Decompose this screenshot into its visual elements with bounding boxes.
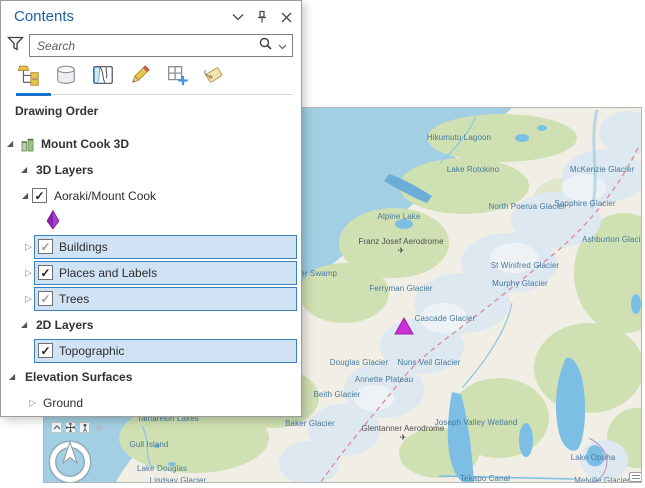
compass-north-arrow[interactable]	[46, 435, 96, 483]
scene-label: Mount Cook 3D	[41, 137, 129, 151]
tree-row-group[interactable]: ◢ Elevation Surfaces	[1, 364, 301, 390]
tree-row-group[interactable]: ◢ 2D Layers	[1, 312, 301, 338]
expander-expanded-icon[interactable]: ◢	[22, 192, 28, 200]
expander-expanded-icon[interactable]: ◢	[21, 166, 27, 174]
navigator-full-control-button[interactable]	[79, 422, 90, 433]
tree-row-layer[interactable]: ▷ ✓ Trees	[1, 286, 301, 312]
navigator-collapse-button[interactable]	[51, 422, 62, 433]
map-label: Ashburton Glacier	[582, 235, 642, 244]
tree-row-layer[interactable]: ▷ ✓ Places and Labels	[1, 260, 301, 286]
map-label: Hikumutu Lagoon	[427, 133, 491, 142]
map-label: Lake Rotokino	[447, 165, 499, 174]
map-label: Beith Glacier	[313, 390, 360, 399]
expander-collapsed-icon[interactable]: ▷	[25, 269, 32, 278]
map-label: North Poerua Glacier	[488, 202, 565, 211]
group-label: Elevation Surfaces	[25, 370, 132, 384]
group-label: 3D Layers	[36, 163, 93, 177]
layer-symbol-purple-tetrahedron[interactable]	[45, 210, 61, 235]
contents-pane: Contents	[0, 0, 302, 417]
layer-checkbox[interactable]: ✓	[38, 343, 53, 358]
map-label: Murphy Glacier	[492, 279, 548, 288]
layer-checkbox[interactable]: ✓	[38, 291, 53, 306]
expander-expanded-icon[interactable]: ◢	[21, 321, 27, 329]
tree-row-group[interactable]: ◢ 3D Layers	[1, 157, 301, 183]
map-label: McKenzie Glacier	[570, 165, 634, 174]
layer-label: Topographic	[59, 344, 124, 358]
layer-label: Ground	[43, 396, 83, 410]
map-label: Franz Josef Aerodrome	[358, 237, 443, 246]
layer-label: Buildings	[59, 240, 108, 254]
scene-icon	[19, 136, 36, 158]
map-label: St Winifred Glacier	[491, 261, 560, 270]
attribution-icon[interactable]	[629, 472, 642, 482]
map-label: Lake Douglas	[137, 464, 187, 473]
map-label: Lake Opuha	[571, 453, 616, 462]
map-label: Glentanner Aerodrome	[362, 424, 445, 433]
tree-row-layer[interactable]: ◢ ✓ Aoraki/Mount Cook	[1, 183, 301, 209]
tree-row-scene[interactable]: ◢ Mount Cook 3D	[1, 131, 301, 157]
symbol-row	[1, 209, 301, 234]
expander-collapsed-icon[interactable]: ▷	[25, 243, 32, 252]
map-label: Douglas Glacier	[330, 358, 388, 367]
expander-collapsed-icon[interactable]: ▷	[25, 295, 32, 304]
tree-row-layer[interactable]: ✓ Topographic	[1, 338, 301, 364]
map-label: Nuns Veil Glacier	[397, 358, 460, 367]
map-label: Annette Plateau	[355, 375, 413, 384]
layer-checkbox[interactable]: ✓	[32, 188, 47, 203]
map-label: Melville Glacier	[574, 476, 630, 483]
tree-row-layer[interactable]: ▷ Ground	[1, 390, 301, 416]
spin-tool-button[interactable]	[93, 422, 104, 433]
group-label: 2D Layers	[36, 318, 93, 332]
airplane-icon: ✈	[398, 246, 405, 255]
layer-label: Trees	[59, 292, 89, 306]
expander-expanded-icon[interactable]: ◢	[9, 373, 15, 381]
map-label: Alpine Lake	[378, 212, 421, 221]
map-label: Joseph Valley Wetland	[435, 418, 518, 427]
map-label: Tekapo Canal	[460, 474, 510, 483]
map-label: Cascade Glacier	[415, 314, 476, 323]
layer-checkbox[interactable]: ✓	[38, 239, 53, 254]
pan-mode-button[interactable]	[65, 422, 76, 433]
map-label: Baker Glacier	[285, 419, 335, 428]
layer-tree: ◢ Mount Cook 3D ◢ 3D Layers ◢	[1, 1, 301, 416]
layer-label: Places and Labels	[59, 266, 157, 280]
map-label: Lindsay Glacier	[150, 476, 207, 483]
app-window: Hikumutu Lagoon Lake Rotokino McKenzie G…	[0, 0, 645, 488]
map-label: Ferryman Glacier	[369, 284, 432, 293]
airplane-icon: ✈	[400, 433, 407, 442]
layer-label: Aoraki/Mount Cook	[54, 189, 156, 203]
expander-expanded-icon[interactable]: ◢	[7, 140, 13, 148]
scene-navigator	[46, 422, 104, 483]
map-label: Gull Island	[130, 440, 169, 449]
tree-row-layer[interactable]: ▷ ✓ Buildings	[1, 234, 301, 260]
expander-collapsed-icon[interactable]: ▷	[29, 399, 36, 408]
layer-checkbox[interactable]: ✓	[38, 265, 53, 280]
